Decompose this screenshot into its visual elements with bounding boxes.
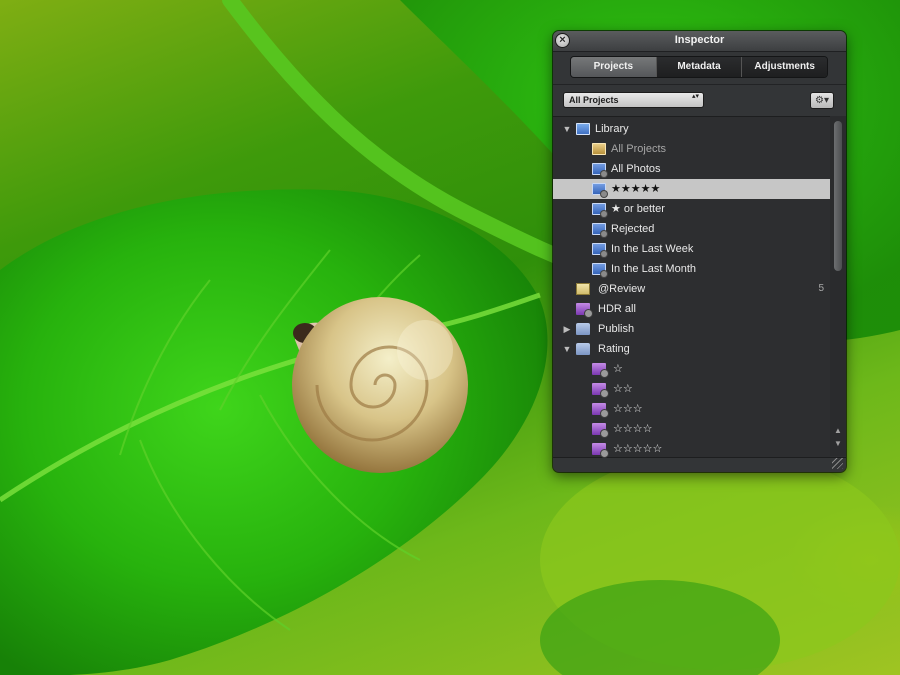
smart-album-icon <box>592 183 607 197</box>
tree-item-rating-1[interactable]: ☆ <box>553 359 830 379</box>
tree-item-all-photos[interactable]: All Photos <box>553 159 830 179</box>
smart-album-icon <box>592 423 608 437</box>
smart-album-icon <box>592 263 607 277</box>
tree-item-rating-2[interactable]: ☆☆ <box>553 379 830 399</box>
folder-icon <box>576 343 590 355</box>
select-arrows-icon: ▴▾ <box>691 93 699 100</box>
gear-icon: ⚙▾ <box>815 95 829 106</box>
inspector-tabs: Projects Metadata Adjustments <box>571 57 827 77</box>
tree-item-rating-3[interactable]: ☆☆☆ <box>553 399 830 419</box>
scroll-down-arrow-icon[interactable]: ▼ <box>830 439 846 448</box>
tree-item-label: ★ or better <box>611 203 665 215</box>
tree-item-rating[interactable]: ▼ Rating <box>553 339 830 359</box>
projects-icon <box>592 143 606 155</box>
library-icon <box>576 123 590 135</box>
tree-item-label: Publish <box>598 323 635 335</box>
disclosure-expanded-icon[interactable]: ▼ <box>562 119 572 139</box>
tab-projects[interactable]: Projects <box>571 57 656 77</box>
tree-item-label: Rejected <box>611 223 655 235</box>
project-icon <box>576 283 590 295</box>
scroll-thumb[interactable] <box>834 121 842 271</box>
smart-album-icon <box>592 363 608 377</box>
window-title: Inspector <box>674 34 725 46</box>
disclosure-expanded-icon[interactable]: ▼ <box>562 339 572 359</box>
tree-item-label: In the Last Week <box>611 243 694 255</box>
tree-item-last-week[interactable]: In the Last Week <box>553 239 830 259</box>
smart-album-icon <box>592 203 607 217</box>
tree-item-review[interactable]: @Review 5 <box>553 279 830 299</box>
folder-icon <box>576 323 590 335</box>
tree-item-five-stars[interactable]: ★★★★★ <box>553 179 830 199</box>
tab-metadata[interactable]: Metadata <box>655 57 742 77</box>
smart-album-icon <box>592 223 607 237</box>
tree-item-label: ★★★★★ <box>611 183 661 195</box>
tree-item-label: @Review <box>598 283 646 295</box>
tree-item-last-month[interactable]: In the Last Month <box>553 259 830 279</box>
tree-item-label: HDR all <box>598 303 636 315</box>
tree-item-label: ☆☆☆☆☆ <box>613 443 663 455</box>
item-count-badge: 5 <box>818 283 824 294</box>
resize-grip-icon[interactable] <box>832 458 843 469</box>
smart-album-icon <box>592 443 608 457</box>
tree-item-library[interactable]: ▼ Library <box>553 119 830 139</box>
library-tree[interactable]: ▼ Library All Projects All Photos ★★★★★ … <box>553 116 846 458</box>
projects-filter-select[interactable]: All Projects ▴▾ <box>564 93 703 107</box>
tree-item-rating-5[interactable]: ☆☆☆☆☆ <box>553 439 830 459</box>
tree-item-label: All Projects <box>611 143 667 155</box>
scroll-up-arrow-icon[interactable]: ▲ <box>830 426 846 435</box>
tree-item-hdr-all[interactable]: HDR all <box>553 299 830 319</box>
tree-item-label: Rating <box>598 343 630 355</box>
vertical-scrollbar[interactable]: ▲ ▼ <box>830 116 846 456</box>
title-bar[interactable]: × Inspector <box>553 31 846 52</box>
tree-item-label: All Photos <box>611 163 661 175</box>
tree-item-one-star-or-better[interactable]: ★ or better <box>553 199 830 219</box>
tree-item-label: In the Last Month <box>611 263 696 275</box>
tree-item-rating-4[interactable]: ☆☆☆☆ <box>553 419 830 439</box>
gear-menu-button[interactable]: ⚙▾ <box>811 93 833 108</box>
tree-item-label: ☆☆☆ <box>613 403 643 415</box>
tree-item-label: ☆☆☆☆ <box>613 423 653 435</box>
tree-item-rejected[interactable]: Rejected <box>553 219 830 239</box>
inspector-window: × Inspector Projects Metadata Adjustment… <box>553 31 846 472</box>
tree-item-label: Library <box>595 123 629 135</box>
album-icon <box>592 163 607 177</box>
tree-item-publish[interactable]: ▶ Publish <box>553 319 830 339</box>
smart-album-icon <box>592 243 607 257</box>
tree-item-label: ☆ <box>613 363 623 375</box>
tab-adjustments[interactable]: Adjustments <box>741 57 827 77</box>
filter-selected-value: All Projects <box>569 95 619 105</box>
header-divider <box>553 84 846 85</box>
tree-item-label: ☆☆ <box>613 383 633 395</box>
disclosure-collapsed-icon[interactable]: ▶ <box>562 319 572 339</box>
smart-album-icon <box>592 403 608 417</box>
tree-item-all-projects[interactable]: All Projects <box>553 139 830 159</box>
smart-album-icon <box>576 303 592 317</box>
smart-album-icon <box>592 383 608 397</box>
